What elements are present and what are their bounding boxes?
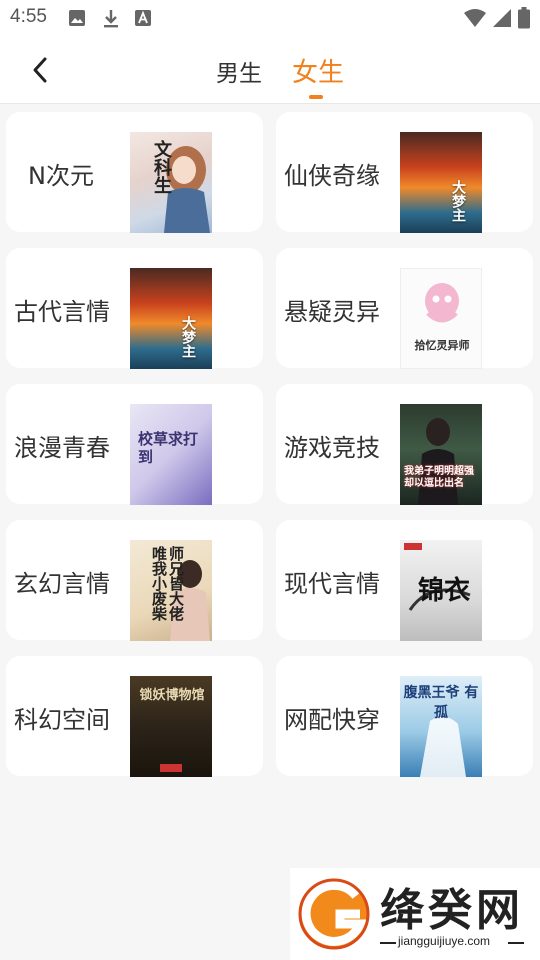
book-cover: 腹黑王爷 有孤 — [400, 676, 482, 777]
book-cover-title: 锦衣 — [418, 576, 471, 606]
category-card-ancient-romance[interactable]: 古代言情 大梦主 — [6, 248, 263, 369]
category-label: 科幻空间 — [14, 706, 110, 734]
category-label: 玄幻言情 — [14, 570, 110, 598]
book-cover-title: 大梦主 — [450, 180, 466, 222]
book-cover: 校草求打到 — [130, 404, 212, 505]
font-a-icon — [134, 9, 152, 31]
category-card-transmigration[interactable]: 网配快穿 腹黑王爷 有孤 — [276, 656, 533, 777]
download-icon — [102, 9, 120, 33]
status-bar: 4:55 — [0, 0, 540, 36]
divider — [508, 942, 524, 944]
chevron-left-icon — [33, 57, 47, 83]
divider — [380, 942, 396, 944]
category-card-romance-youth[interactable]: 浪漫青春 校草求打到 — [6, 384, 263, 505]
category-card-fantasy-romance[interactable]: 玄幻言情 师兄皆大佬 唯我小废柴 — [6, 520, 263, 641]
site-logo — [298, 878, 370, 950]
book-cover-title: 文科生 — [151, 140, 172, 194]
book-cover: 大梦主 — [400, 132, 482, 233]
book-cover-title: 大梦主 — [180, 316, 196, 358]
status-right — [464, 7, 530, 33]
book-cover-title: 师兄皆大佬 唯我小废柴 — [150, 546, 185, 621]
top-nav: 男生 女生 — [0, 36, 540, 104]
wifi-icon — [464, 8, 486, 32]
category-card-mystery[interactable]: 悬疑灵异 拾忆灵异师 — [276, 248, 533, 369]
book-cover: 拾忆灵异师 — [400, 268, 482, 369]
category-card-modern-romance[interactable]: 现代言情 锦衣 — [276, 520, 533, 641]
site-url: jiangguijiuye.com — [398, 934, 491, 948]
category-label: 古代言情 — [14, 298, 110, 326]
book-cover: 师兄皆大佬 唯我小废柴 — [130, 540, 212, 641]
category-label: 浪漫青春 — [14, 434, 110, 462]
book-cover-title: 腹黑王爷 有孤 — [403, 685, 479, 721]
book-cover: 锁妖博物馆 — [130, 676, 212, 777]
category-label: 仙侠奇缘 — [284, 162, 380, 190]
tab-female[interactable]: 女生 — [292, 52, 344, 89]
status-time: 4:55 — [10, 6, 47, 27]
category-label: 现代言情 — [284, 570, 380, 598]
book-cover: 文科生 — [130, 132, 212, 233]
category-card-gaming[interactable]: 游戏竞技 我弟子明明超强却以逗比出名 — [276, 384, 533, 505]
book-cover-title: 拾忆灵异师 — [414, 339, 470, 352]
category-label: N次元 — [28, 162, 94, 190]
book-cover: 我弟子明明超强却以逗比出名 — [400, 404, 482, 505]
category-card-xianxia[interactable]: 仙侠奇缘 大梦主 — [276, 112, 533, 233]
book-cover: 锦衣 — [400, 540, 482, 641]
category-card-n-dimension[interactable]: N次元 文科生 — [6, 112, 263, 233]
signal-icon — [492, 8, 512, 32]
back-button[interactable] — [22, 52, 58, 88]
image-icon — [68, 9, 86, 31]
active-tab-indicator — [309, 95, 323, 99]
book-cover: 大梦主 — [130, 268, 212, 369]
book-cover-title: 我弟子明明超强却以逗比出名 — [404, 466, 474, 489]
book-cover-title: 锁妖博物馆 — [139, 688, 205, 703]
category-card-scifi-space[interactable]: 科幻空间 锁妖博物馆 — [6, 656, 263, 777]
site-name: 绛癸网 — [380, 885, 524, 936]
tab-male[interactable]: 男生 — [216, 54, 262, 88]
category-label: 网配快穿 — [284, 706, 380, 734]
battery-icon — [518, 7, 530, 33]
site-watermark: 绛癸网 jiangguijiuye.com — [290, 868, 540, 960]
book-cover-title: 校草求打到 — [138, 430, 199, 466]
category-label: 游戏竞技 — [284, 434, 380, 462]
category-label: 悬疑灵异 — [284, 298, 380, 326]
